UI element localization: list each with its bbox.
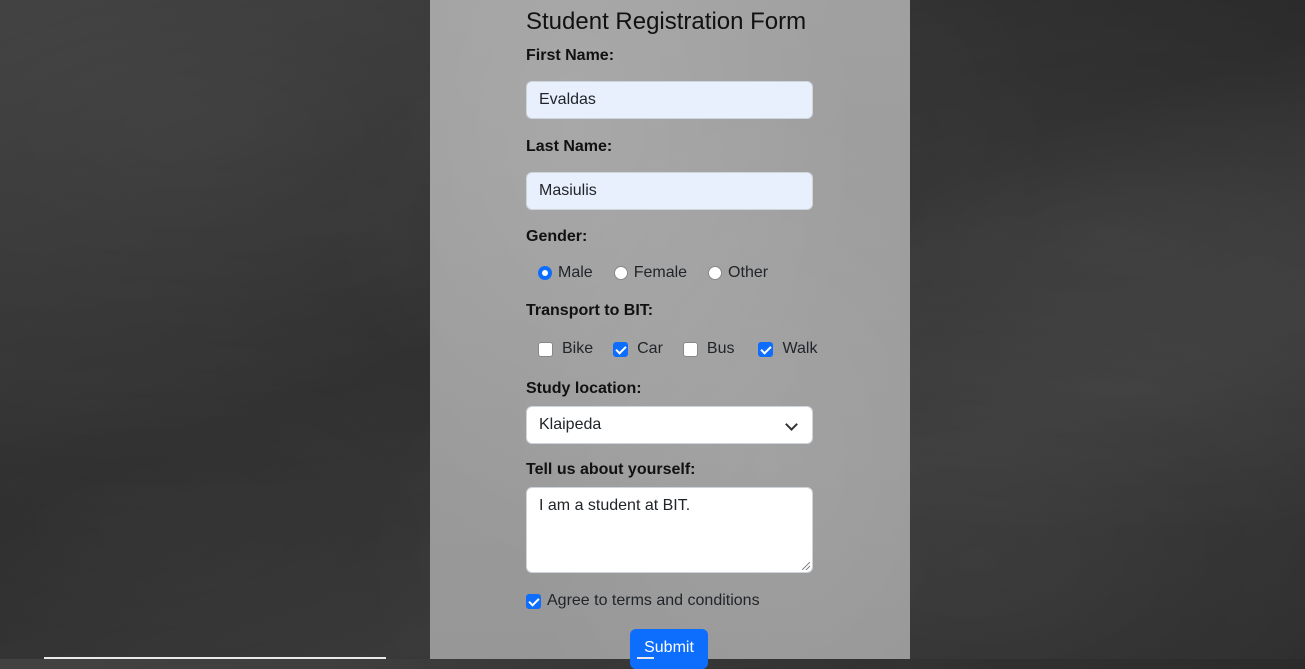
gender-option-male[interactable]: Male: [538, 264, 593, 282]
gender-options: Male Female Other: [538, 264, 789, 282]
first-name-input[interactable]: Evaldas: [526, 81, 813, 119]
last-name-label: Last Name:: [526, 138, 613, 155]
study-location-value: Klaipeda: [539, 416, 602, 433]
car-checkbox[interactable]: [613, 341, 629, 357]
last-name-input[interactable]: Masiulis: [526, 172, 813, 210]
submit-button[interactable]: Submit: [630, 629, 708, 669]
study-location-select[interactable]: Klaipeda: [526, 406, 813, 444]
gender-option-female[interactable]: Female: [613, 264, 688, 282]
transport-option-walk[interactable]: Walk: [758, 340, 817, 358]
transport-option-car[interactable]: Car: [613, 340, 663, 358]
male-label: Male: [558, 264, 593, 281]
bike-label: Bike: [562, 340, 594, 357]
bus-checkbox[interactable]: [682, 341, 698, 357]
male-radio[interactable]: [538, 266, 552, 280]
car-label: Car: [637, 340, 663, 357]
terms-label: Agree to terms and conditions: [547, 592, 760, 609]
about-text: I am a student at BIT.: [539, 497, 691, 514]
form-title: Student Registration Form: [526, 8, 807, 35]
transport-option-bus[interactable]: Bus: [682, 340, 735, 358]
chevron-down-icon: [785, 418, 798, 431]
transport-label: Transport to BIT:: [526, 302, 654, 319]
bike-checkbox[interactable]: [538, 341, 553, 357]
form-panel: Student Registration Form First Name: Ev…: [430, 0, 910, 669]
terms-row[interactable]: Agree to terms and conditions: [526, 592, 760, 610]
resize-handle-icon[interactable]: [802, 562, 810, 570]
transport-options: Bike Car Bus Walk: [538, 340, 838, 358]
transport-option-bike[interactable]: Bike: [538, 340, 593, 358]
gender-label: Gender:: [526, 228, 588, 245]
first-name-label: First Name:: [526, 47, 615, 64]
gender-option-other[interactable]: Other: [708, 264, 768, 282]
other-radio[interactable]: [708, 266, 723, 280]
other-label: Other: [728, 264, 769, 281]
study-location-label: Study location:: [526, 380, 642, 397]
about-label: Tell us about yourself:: [526, 461, 696, 478]
female-label: Female: [633, 264, 688, 281]
walk-checkbox[interactable]: [758, 341, 774, 357]
about-textarea[interactable]: I am a student at BIT.: [526, 487, 813, 573]
female-radio[interactable]: [613, 266, 628, 280]
terms-checkbox[interactable]: [526, 593, 541, 609]
bus-label: Bus: [706, 340, 735, 357]
walk-label: Walk: [782, 340, 818, 357]
